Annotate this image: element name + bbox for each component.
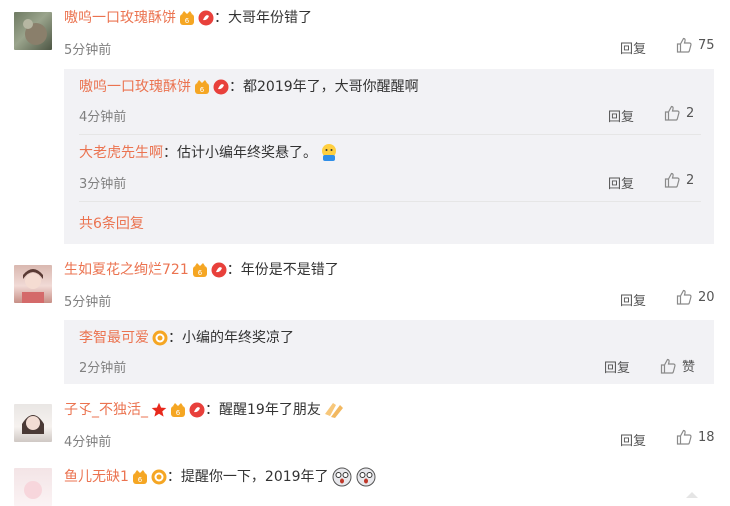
svg-text:6: 6 bbox=[138, 476, 143, 484]
caret-icon bbox=[686, 492, 698, 498]
fan-level-icon[interactable] bbox=[151, 469, 167, 485]
username-link[interactable]: 生如夏花之绚烂721 bbox=[64, 260, 189, 280]
like-count: 赞 bbox=[682, 360, 696, 375]
reply-line: 大老虎先生啊 ： 估计小编年终奖悬了。 bbox=[79, 143, 339, 163]
fan-level-icon[interactable] bbox=[211, 262, 227, 278]
avatar[interactable] bbox=[14, 468, 52, 506]
like-count: 20 bbox=[698, 289, 715, 305]
like-count: 18 bbox=[698, 429, 715, 445]
member-crown-icon[interactable]: 6 bbox=[170, 402, 186, 418]
reply-text: 都2019年了，大哥你醒醒啊 bbox=[243, 79, 419, 95]
timestamp: 4分钟前 bbox=[79, 110, 127, 125]
avatar[interactable] bbox=[14, 12, 52, 50]
comment-line: 嗷呜一口玫瑰酥饼 6 ： 大哥年份错了 bbox=[64, 8, 312, 28]
svg-text:6: 6 bbox=[185, 17, 190, 25]
reply-button[interactable]: 回复 bbox=[620, 290, 646, 309]
thumbs-up-icon bbox=[676, 37, 692, 53]
comment-line: 子孓_不独活_ 6 ： 醒醒19年了朋友 bbox=[64, 400, 347, 420]
shocked-face-emoji-icon bbox=[356, 467, 376, 487]
like-button[interactable]: 20 bbox=[676, 289, 715, 305]
member-crown-icon[interactable]: 6 bbox=[179, 10, 195, 26]
star-icon[interactable] bbox=[151, 402, 167, 418]
timestamp: 5分钟前 bbox=[64, 43, 112, 58]
comment-text: 年份是不是错了 bbox=[240, 262, 339, 278]
thumbs-up-icon bbox=[676, 429, 692, 445]
like-button[interactable]: 18 bbox=[676, 429, 715, 445]
username-link[interactable]: 李智最可爱 bbox=[79, 328, 149, 348]
thumbs-up-icon bbox=[664, 172, 680, 188]
like-button[interactable]: 2 bbox=[664, 172, 694, 188]
reply-button[interactable]: 回复 bbox=[620, 38, 646, 57]
thumbs-up-icon bbox=[660, 358, 676, 374]
comment-separator: ： bbox=[229, 79, 243, 95]
comment-separator: ： bbox=[214, 10, 228, 26]
fan-level-icon[interactable] bbox=[152, 330, 168, 346]
username-link[interactable]: 鱼儿无缺1 bbox=[64, 467, 129, 487]
svg-text:6: 6 bbox=[198, 269, 203, 277]
comment-line: 生如夏花之绚烂721 6 ： 年份是不是错了 bbox=[64, 260, 339, 280]
reply-text: 估计小编年终奖悬了。 bbox=[177, 145, 317, 161]
comment-text: 大哥年份错了 bbox=[228, 10, 312, 26]
like-count: 2 bbox=[686, 105, 695, 121]
member-crown-icon[interactable]: 6 bbox=[132, 469, 148, 485]
reply-button[interactable]: 回复 bbox=[620, 430, 646, 449]
divider bbox=[79, 201, 701, 202]
like-count: 75 bbox=[698, 37, 715, 53]
timestamp: 5分钟前 bbox=[64, 295, 112, 310]
username-link[interactable]: 嗷呜一口玫瑰酥饼 bbox=[64, 8, 176, 28]
emoji-icon bbox=[322, 144, 336, 161]
comment-separator: ： bbox=[168, 330, 182, 346]
reply-button[interactable]: 回复 bbox=[604, 357, 630, 376]
svg-text:6: 6 bbox=[176, 409, 181, 417]
username-link[interactable]: 大老虎先生啊 bbox=[79, 143, 163, 163]
more-replies-link[interactable]: 共6条回复 bbox=[79, 213, 144, 233]
comment-separator: ： bbox=[163, 145, 177, 161]
clapping-hands-emoji-icon bbox=[324, 403, 343, 418]
avatar[interactable] bbox=[14, 404, 52, 442]
divider bbox=[79, 134, 701, 135]
fan-level-icon[interactable] bbox=[213, 79, 229, 95]
reply-line: 李智最可爱 ： 小编的年终奖凉了 bbox=[79, 328, 294, 348]
like-button[interactable]: 2 bbox=[664, 105, 694, 121]
reply-line: 嗷呜一口玫瑰酥饼 6 ： 都2019年了，大哥你醒醒啊 bbox=[79, 77, 419, 97]
avatar[interactable] bbox=[14, 265, 52, 303]
thumbs-up-icon bbox=[676, 289, 692, 305]
comment-text: 提醒你一下，2019年了 bbox=[180, 469, 329, 485]
member-crown-icon[interactable]: 6 bbox=[192, 262, 208, 278]
fan-level-icon[interactable] bbox=[189, 402, 205, 418]
timestamp: 3分钟前 bbox=[79, 177, 127, 192]
comment-separator: ： bbox=[166, 469, 181, 485]
comment-separator: ： bbox=[205, 402, 219, 418]
fan-level-icon[interactable] bbox=[198, 10, 214, 26]
timestamp: 2分钟前 bbox=[79, 361, 127, 376]
shocked-face-emoji-icon bbox=[332, 467, 352, 487]
member-crown-icon[interactable]: 6 bbox=[194, 79, 210, 95]
username-link[interactable]: 嗷呜一口玫瑰酥饼 bbox=[79, 77, 191, 97]
comment-line: 鱼儿无缺1 6 ： 提醒你一下，2019年了 bbox=[64, 467, 377, 487]
timestamp: 4分钟前 bbox=[64, 435, 112, 450]
like-button[interactable]: 75 bbox=[676, 37, 715, 53]
comment-text: 醒醒19年了朋友 bbox=[219, 402, 321, 418]
reply-text: 小编的年终奖凉了 bbox=[182, 330, 294, 346]
svg-text:6: 6 bbox=[200, 86, 205, 94]
thumbs-up-icon bbox=[664, 105, 680, 121]
like-button[interactable]: 赞 bbox=[660, 356, 695, 375]
username-link[interactable]: 子孓_不独活_ bbox=[64, 400, 148, 420]
comment-separator: ： bbox=[226, 262, 241, 278]
reply-button[interactable]: 回复 bbox=[608, 106, 634, 125]
reply-button[interactable]: 回复 bbox=[608, 173, 634, 192]
like-count: 2 bbox=[686, 172, 695, 188]
